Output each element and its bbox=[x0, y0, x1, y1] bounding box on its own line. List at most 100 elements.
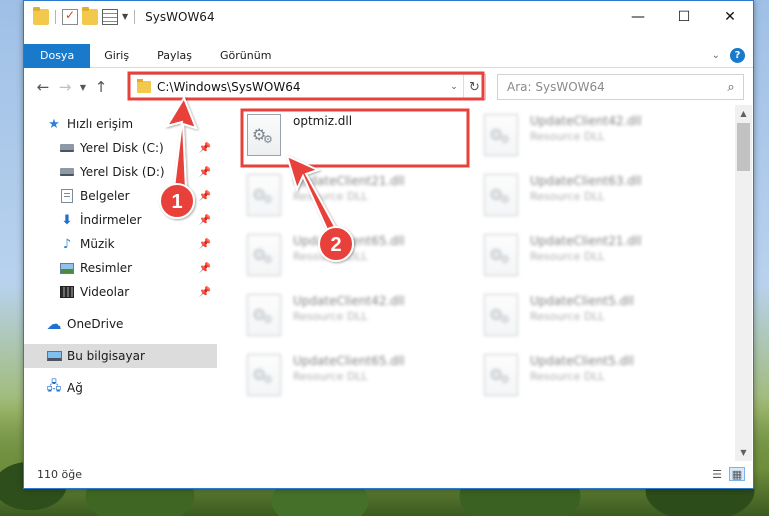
file-item[interactable]: UpdateClient21.dll Resource DLL bbox=[237, 168, 463, 220]
drive-icon bbox=[59, 141, 75, 155]
dll-file-icon bbox=[247, 114, 281, 156]
sidebar-item-quick-access[interactable]: ★ Hızlı erişim bbox=[24, 112, 217, 136]
large-icons-view-icon[interactable]: ▦ bbox=[729, 467, 745, 481]
tab-home[interactable]: Giriş bbox=[90, 44, 143, 68]
properties-icon[interactable] bbox=[62, 8, 78, 25]
music-icon: ♪ bbox=[62, 236, 72, 252]
file-name: optmiz.dll bbox=[293, 114, 353, 128]
file-item[interactable]: UpdateClient42.dll Resource DLL bbox=[237, 288, 463, 340]
file-name: UpdateClient63.dll bbox=[530, 174, 642, 188]
recent-locations-chevron-icon[interactable]: ▼ bbox=[76, 83, 90, 92]
vertical-scrollbar[interactable]: ▲ ▼ bbox=[735, 105, 752, 461]
up-arrow-icon[interactable]: ↑ bbox=[90, 78, 112, 96]
search-input[interactable]: Ara: SysWOW64 bbox=[507, 80, 719, 94]
scroll-down-arrow-icon[interactable]: ▼ bbox=[735, 444, 752, 461]
tab-view[interactable]: Görünüm bbox=[206, 44, 285, 68]
search-box[interactable]: Ara: SysWOW64 ⌕ bbox=[497, 74, 744, 100]
dll-file-icon bbox=[484, 294, 518, 336]
sidebar-item-label: Ağ bbox=[67, 381, 83, 395]
sidebar-item-label: İndirmeler bbox=[80, 213, 142, 227]
pin-icon[interactable]: 📌 bbox=[199, 167, 211, 178]
file-item[interactable]: UpdateClient65.dll Resource DLL bbox=[237, 348, 463, 400]
star-icon: ★ bbox=[48, 116, 60, 132]
dll-file-icon bbox=[247, 354, 281, 396]
explorer-window: ▼ SysWOW64 — ☐ ✕ Dosya Giriş Paylaş Görü… bbox=[23, 0, 754, 489]
dll-file-icon bbox=[484, 114, 518, 156]
sidebar-item-local-disk-d[interactable]: Yerel Disk (D:) 📌 bbox=[24, 160, 217, 184]
sidebar-item-local-disk-c[interactable]: Yerel Disk (C:) 📌 bbox=[24, 136, 217, 160]
refresh-icon[interactable]: ↻ bbox=[463, 75, 485, 99]
pin-icon[interactable]: 📌 bbox=[199, 191, 211, 202]
customize-toolbar-chevron-icon[interactable]: ▼ bbox=[122, 12, 128, 21]
sidebar-item-label: OneDrive bbox=[67, 317, 124, 331]
close-button[interactable]: ✕ bbox=[707, 1, 753, 32]
sidebar-item-label: Hızlı erişim bbox=[67, 117, 134, 131]
sidebar-item-label: Müzik bbox=[80, 237, 115, 251]
dll-file-icon bbox=[247, 174, 281, 216]
quick-access-toolbar: ▼ bbox=[24, 6, 137, 25]
file-item[interactable]: UpdateClient42.dll Resource DLL bbox=[474, 108, 700, 160]
tab-share[interactable]: Paylaş bbox=[143, 44, 206, 68]
details-view-icon[interactable]: ☰ bbox=[709, 467, 725, 481]
pin-icon[interactable]: 📌 bbox=[199, 263, 211, 274]
folder-icon bbox=[33, 6, 49, 25]
sidebar-item-this-pc[interactable]: Bu bilgisayar bbox=[24, 344, 217, 368]
pin-icon[interactable]: 📌 bbox=[199, 287, 211, 298]
file-name: UpdateClient65.dll bbox=[293, 354, 405, 368]
address-history-chevron-icon[interactable]: ⌄ bbox=[445, 82, 463, 92]
window-title: SysWOW64 bbox=[145, 9, 215, 24]
file-list: optmiz.dll UpdateClient42.dll Resource D… bbox=[237, 105, 734, 461]
file-type: Resource DLL bbox=[530, 130, 605, 143]
sidebar-item-downloads[interactable]: ⬇ İndirmeler 📌 bbox=[24, 208, 217, 232]
sidebar-item-videos[interactable]: Videolar 📌 bbox=[24, 280, 217, 304]
this-pc-icon bbox=[46, 349, 62, 363]
file-item[interactable]: UpdateClient5.dll Resource DLL bbox=[474, 348, 700, 400]
pin-icon[interactable]: 📌 bbox=[199, 239, 211, 250]
title-bar: ▼ SysWOW64 — ☐ ✕ bbox=[24, 1, 753, 32]
sidebar-item-onedrive[interactable]: ☁ OneDrive bbox=[24, 312, 217, 336]
file-name: UpdateClient42.dll bbox=[293, 294, 405, 308]
minimize-button[interactable]: — bbox=[615, 1, 661, 32]
file-item[interactable]: UpdateClient65.dll Resource DLL bbox=[237, 228, 463, 280]
help-icon[interactable]: ? bbox=[730, 48, 745, 63]
file-item[interactable]: UpdateClient63.dll Resource DLL bbox=[474, 168, 700, 220]
dll-file-icon bbox=[247, 234, 281, 276]
file-type: Resource DLL bbox=[293, 370, 368, 383]
ribbon-right-controls: ⌄ ? bbox=[712, 48, 745, 63]
divider bbox=[134, 9, 136, 24]
file-item-optmiz[interactable]: optmiz.dll bbox=[237, 108, 463, 160]
sidebar-item-network[interactable]: 🖧 Ağ bbox=[24, 376, 217, 400]
sidebar-item-music[interactable]: ♪ Müzik 📌 bbox=[24, 232, 217, 256]
downloads-icon: ⬇ bbox=[61, 212, 73, 228]
expand-ribbon-chevron-icon[interactable]: ⌄ bbox=[712, 50, 720, 61]
tab-file[interactable]: Dosya bbox=[24, 43, 91, 68]
forward-arrow-icon[interactable]: → bbox=[54, 78, 76, 96]
pin-icon[interactable]: 📌 bbox=[199, 215, 211, 226]
file-type: Resource DLL bbox=[530, 190, 605, 203]
network-icon: 🖧 bbox=[46, 379, 62, 394]
address-bar[interactable]: C:\Windows\SysWOW64 ⌄ ↻ bbox=[129, 74, 486, 100]
sidebar-item-label: Yerel Disk (C:) bbox=[80, 141, 164, 155]
dll-file-icon bbox=[484, 174, 518, 216]
pictures-icon bbox=[59, 261, 75, 275]
sidebar-item-label: Bu bilgisayar bbox=[67, 349, 145, 363]
item-count: 110 öğe bbox=[37, 468, 82, 481]
address-path[interactable]: C:\Windows\SysWOW64 bbox=[157, 80, 445, 94]
scroll-up-arrow-icon[interactable]: ▲ bbox=[735, 105, 752, 122]
file-item[interactable]: UpdateClient5.dll Resource DLL bbox=[474, 288, 700, 340]
scrollbar-thumb[interactable] bbox=[737, 123, 750, 171]
sidebar-item-label: Videolar bbox=[80, 285, 130, 299]
new-folder-icon[interactable] bbox=[82, 6, 98, 25]
dll-file-icon bbox=[247, 294, 281, 336]
back-arrow-icon[interactable]: ← bbox=[32, 78, 54, 96]
pin-icon[interactable]: 📌 bbox=[199, 143, 211, 154]
file-type: Resource DLL bbox=[530, 250, 605, 263]
maximize-button[interactable]: ☐ bbox=[661, 1, 707, 32]
layout-icon[interactable] bbox=[102, 8, 118, 25]
file-type: Resource DLL bbox=[293, 190, 368, 203]
sidebar-item-pictures[interactable]: Resimler 📌 bbox=[24, 256, 217, 280]
file-name: UpdateClient21.dll bbox=[530, 234, 642, 248]
sidebar-item-documents[interactable]: Belgeler 📌 bbox=[24, 184, 217, 208]
file-item[interactable]: UpdateClient21.dll Resource DLL bbox=[474, 228, 700, 280]
sidebar-item-label: Resimler bbox=[80, 261, 133, 275]
